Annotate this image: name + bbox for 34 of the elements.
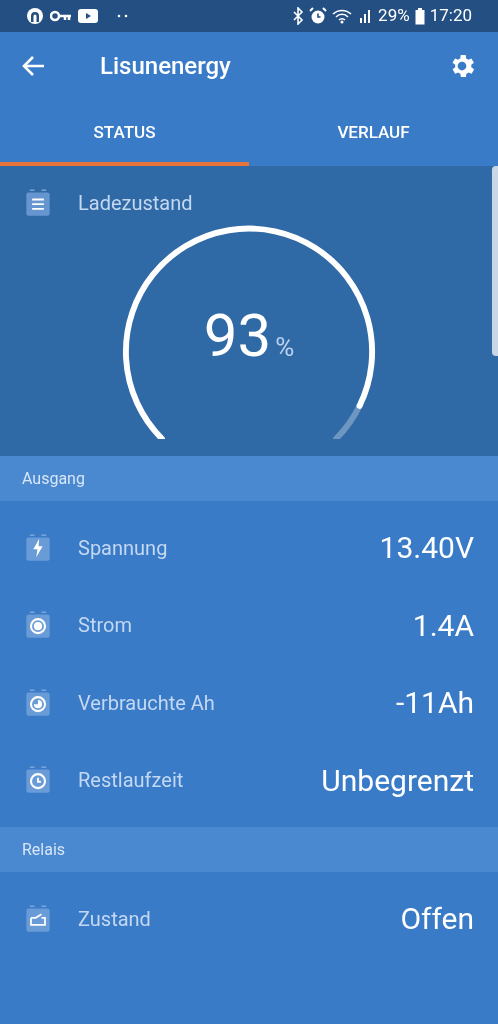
section-header: Ausgang bbox=[22, 467, 85, 490]
clock-time: 17:20 bbox=[429, 4, 472, 28]
battery-clock-icon bbox=[24, 766, 52, 795]
gauge-title: Ladezustand bbox=[78, 190, 193, 217]
row-label: Strom bbox=[78, 612, 132, 640]
row-value: -11Ah bbox=[395, 684, 474, 723]
status-app-icon bbox=[26, 7, 44, 25]
screen-title: Lisunenergy bbox=[100, 51, 231, 82]
row-label: Verbrauchte Ah bbox=[78, 689, 215, 717]
back-arrow-icon bbox=[22, 55, 46, 77]
row-label: Spannung bbox=[78, 534, 168, 562]
key-icon bbox=[50, 10, 72, 22]
battery-pie-icon bbox=[24, 688, 52, 717]
gauge-unit: % bbox=[275, 334, 295, 360]
battery-relay-icon bbox=[24, 904, 52, 933]
battery-icon bbox=[414, 7, 425, 25]
video-play-icon bbox=[78, 9, 98, 23]
section-header: Relais bbox=[22, 838, 66, 861]
row-value: Offen bbox=[400, 900, 474, 939]
row-value: 1.4A bbox=[412, 606, 474, 645]
bluetooth-icon bbox=[292, 7, 305, 25]
row-value: 13.40V bbox=[379, 529, 474, 568]
wifi-icon bbox=[332, 8, 353, 24]
row-label: Zustand bbox=[78, 905, 151, 933]
gauge-value: 93 bbox=[203, 306, 272, 366]
battery-bolt-icon bbox=[24, 533, 52, 562]
tab[interactable]: VERLAUF bbox=[249, 100, 498, 166]
alarm-clock-icon bbox=[309, 7, 328, 25]
battery-percent: 29% bbox=[378, 4, 410, 28]
row-value: Unbegrenzt bbox=[321, 761, 474, 800]
gauge-track bbox=[333, 402, 363, 439]
battery-list-icon bbox=[24, 189, 52, 217]
row-label: Restlaufzeit bbox=[78, 767, 184, 795]
more-dots-icon bbox=[116, 13, 130, 19]
